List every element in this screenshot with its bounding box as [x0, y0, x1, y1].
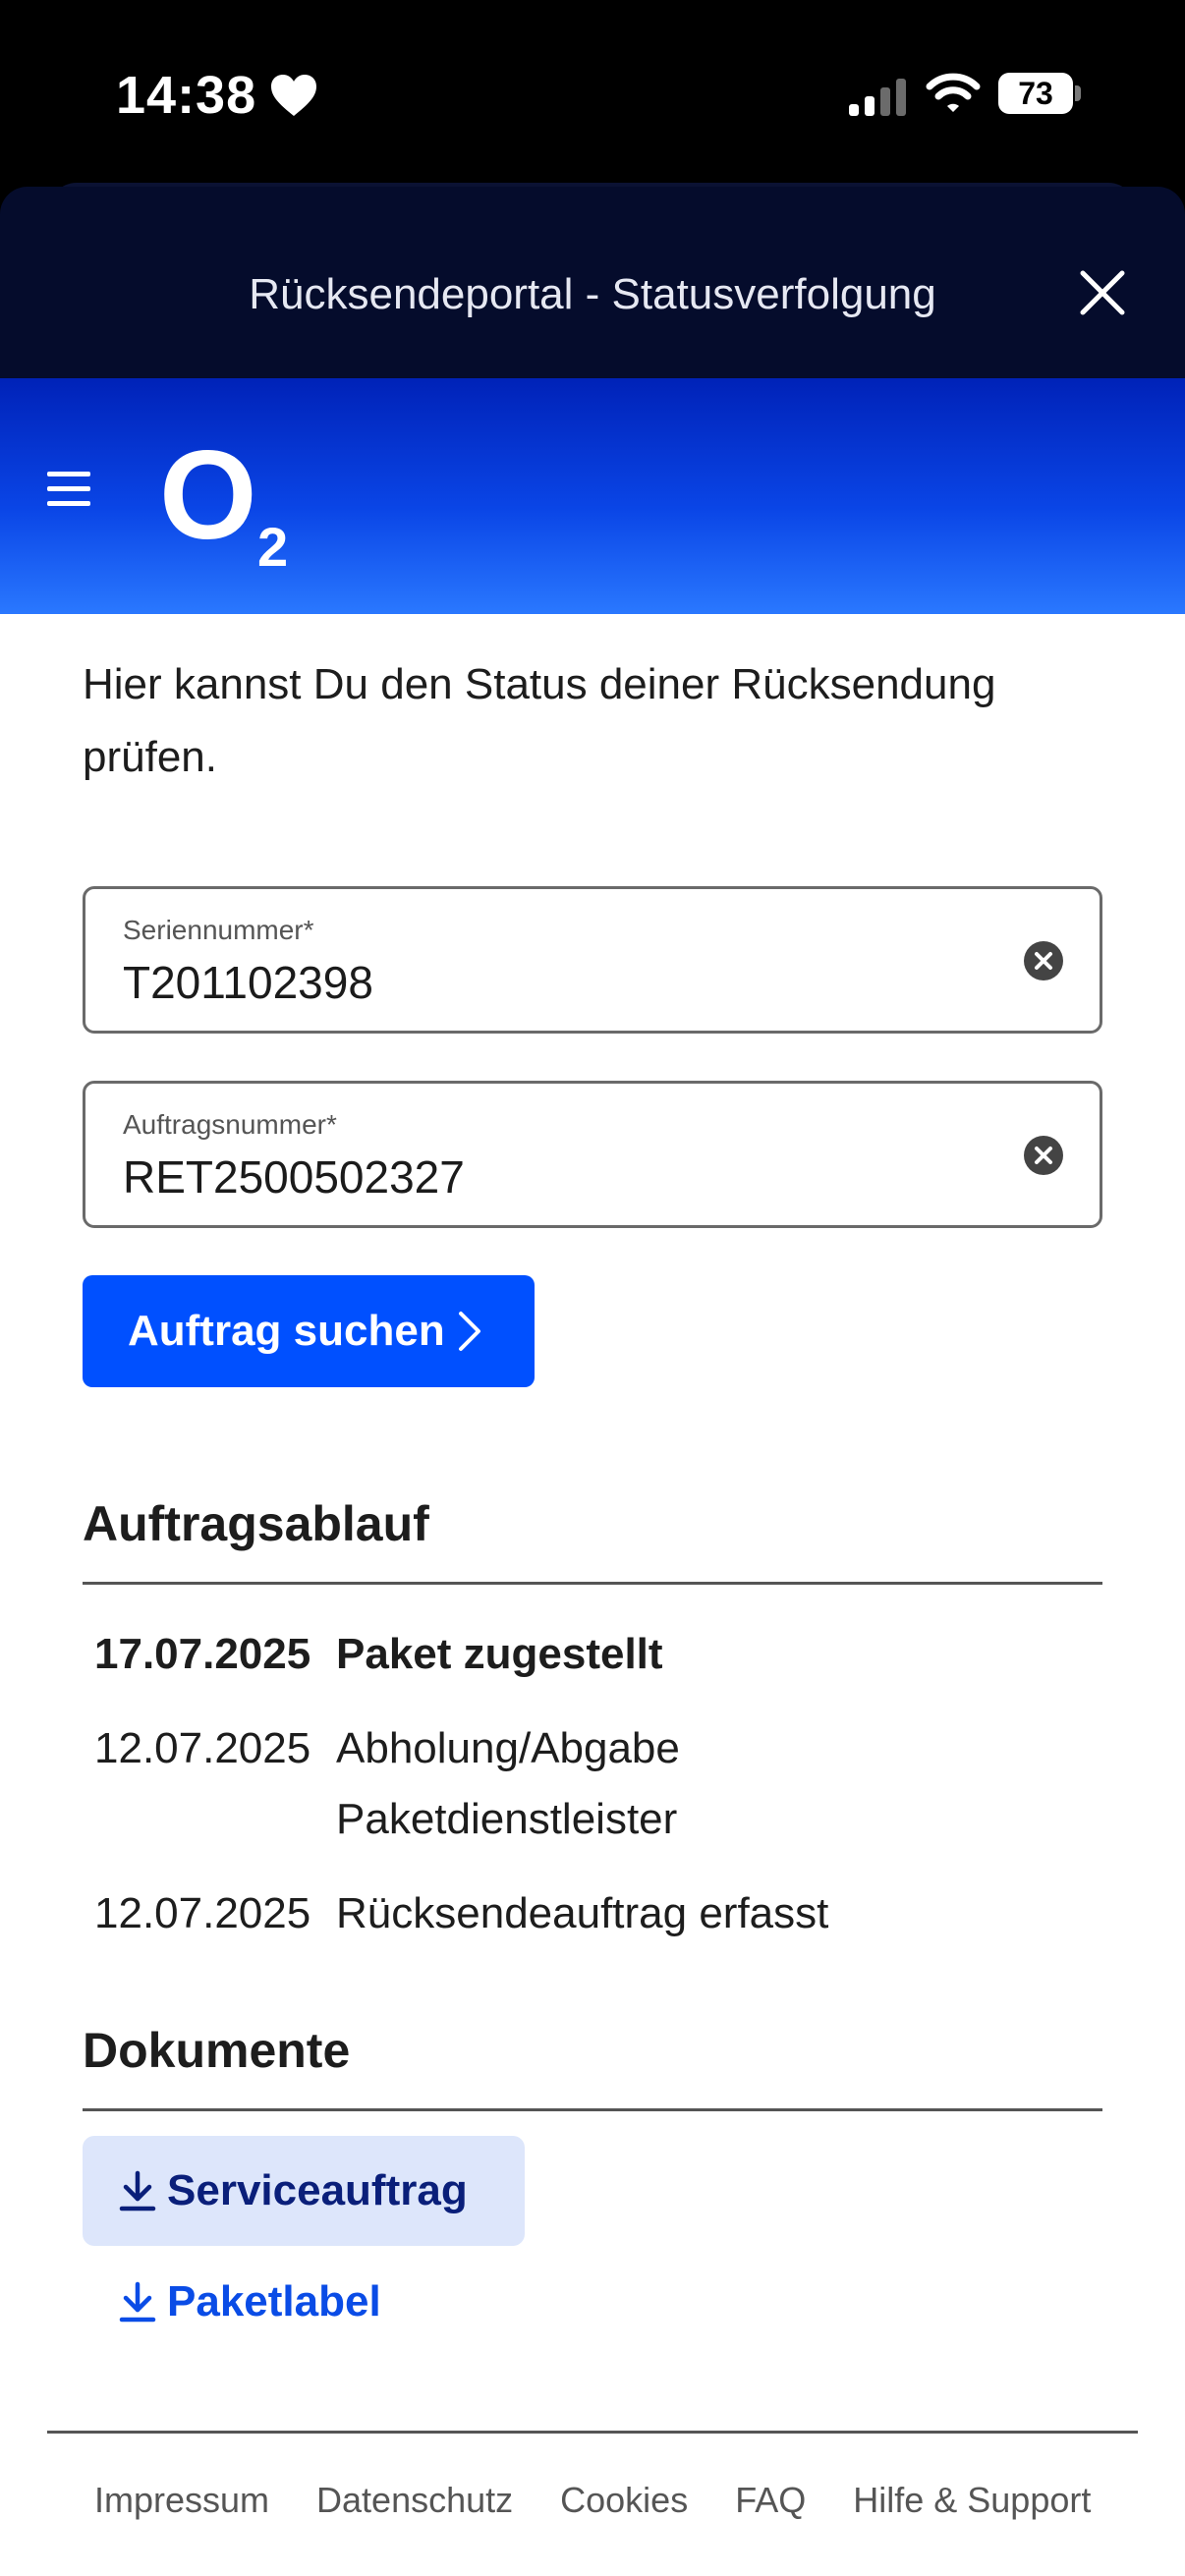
timeline-event: Paket zugestellt: [336, 1630, 663, 1678]
order-number-input[interactable]: [123, 1150, 988, 1204]
timeline-event: Rücksendeauftrag erfasst: [336, 1889, 829, 1937]
order-number-label: Auftragsnummer*: [123, 1109, 337, 1140]
o2-logo[interactable]: O 2: [159, 430, 307, 578]
footer-link-hilfe-support[interactable]: Hilfe & Support: [853, 2480, 1091, 2521]
status-bar: 14:38 73: [0, 0, 1185, 187]
documents-title: Dokumente: [83, 2023, 351, 2078]
timeline-date: 17.07.2025: [94, 1630, 311, 1678]
wifi-icon: [926, 73, 981, 112]
footer-links: Impressum Datenschutz Cookies FAQ Hilfe …: [94, 2480, 1138, 2521]
timeline-date: 12.07.2025: [94, 1724, 311, 1772]
chevron-right-icon: [458, 1312, 480, 1351]
serial-number-field[interactable]: Seriennummer*: [83, 886, 1102, 1034]
hamburger-menu-icon[interactable]: [47, 472, 96, 511]
paketlabel-label: Paketlabel: [167, 2277, 381, 2325]
footer-link-datenschutz[interactable]: Datenschutz: [316, 2480, 513, 2521]
serviceauftrag-label: Serviceauftrag: [167, 2166, 468, 2214]
close-icon[interactable]: [1073, 263, 1132, 322]
footer-link-impressum[interactable]: Impressum: [94, 2480, 269, 2521]
clear-serial-icon[interactable]: [1023, 940, 1064, 981]
clock: 14:38: [116, 66, 257, 125]
timeline-divider: [83, 1582, 1102, 1585]
timeline-date: 12.07.2025: [94, 1889, 311, 1937]
footer-link-faq[interactable]: FAQ: [735, 2480, 806, 2521]
documents-divider: [83, 2108, 1102, 2111]
serial-number-label: Seriennummer*: [123, 915, 314, 945]
download-serviceauftrag-link[interactable]: Serviceauftrag: [83, 2136, 525, 2246]
search-order-button[interactable]: Auftrag suchen: [83, 1275, 535, 1387]
serial-number-input[interactable]: [123, 956, 988, 1009]
battery-level: 73: [1018, 76, 1053, 111]
download-icon: [119, 2281, 156, 2323]
footer-divider: [47, 2431, 1138, 2434]
battery-icon: 73: [998, 73, 1081, 114]
signal-icon: [849, 79, 906, 116]
order-number-field[interactable]: Auftragsnummer*: [83, 1081, 1102, 1228]
heart-icon: [271, 75, 316, 116]
download-paketlabel-link[interactable]: Paketlabel: [118, 2268, 381, 2336]
intro-text: Hier kannst Du den Status deiner Rücksen…: [83, 660, 996, 781]
logo-subscript: 2: [257, 516, 288, 578]
clear-order-icon[interactable]: [1023, 1135, 1064, 1176]
timeline-event: Abholung/Abgabe Paketdienstleister: [336, 1724, 680, 1843]
timeline-title: Auftragsablauf: [83, 1496, 429, 1551]
search-order-label: Auftrag suchen: [128, 1307, 445, 1355]
footer-link-cookies[interactable]: Cookies: [560, 2480, 688, 2521]
logo-letter: O: [159, 430, 257, 566]
sheet-title: Rücksendeportal - Statusverfolgung: [249, 270, 936, 318]
download-icon: [119, 2170, 156, 2212]
